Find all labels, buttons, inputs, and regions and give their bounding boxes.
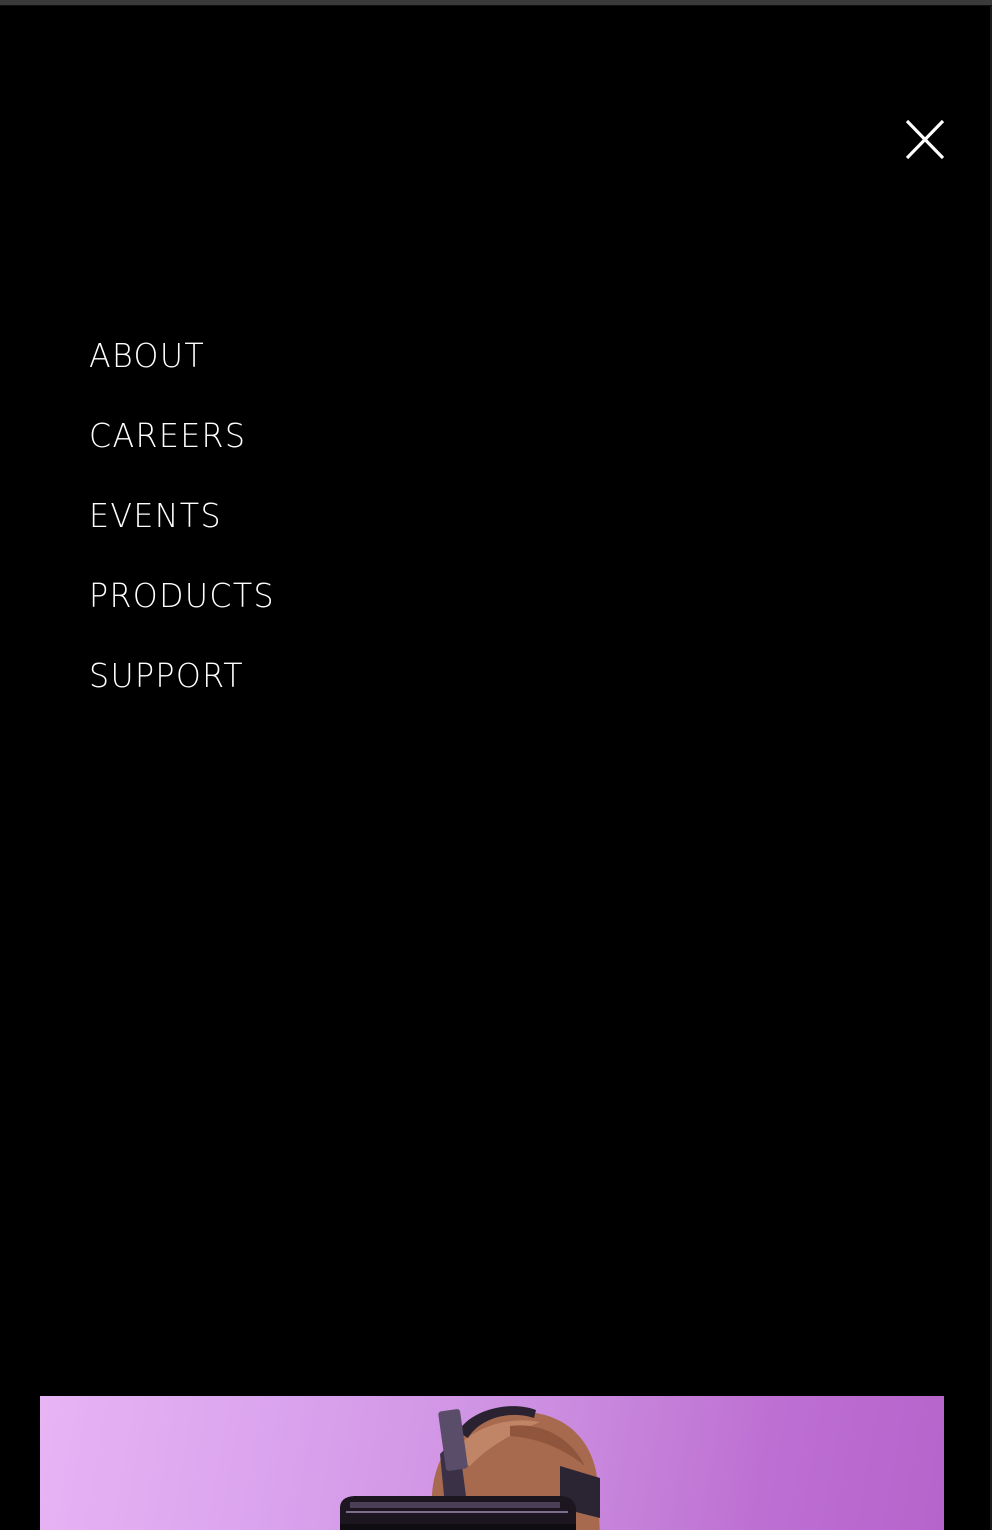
hero-image-vr-headset — [40, 1396, 944, 1530]
nav-link-about[interactable]: ABOUT — [89, 330, 205, 382]
nav-item-support: SUPPORT — [89, 650, 283, 730]
nav-link-products[interactable]: PRODUCTS — [89, 570, 275, 622]
nav-link-careers[interactable]: CAREERS — [89, 410, 246, 462]
nav-item-careers: CAREERS — [89, 410, 283, 490]
nav-link-events[interactable]: EVENTS — [89, 490, 222, 542]
nav-item-events: EVENTS — [89, 490, 283, 570]
navigation-overlay: ABOUT CAREERS EVENTS PRODUCTS SUPPORT — [0, 6, 990, 1530]
nav-item-about: ABOUT — [89, 330, 283, 410]
close-menu-button[interactable] — [902, 115, 948, 165]
nav-item-products: PRODUCTS — [89, 570, 283, 650]
vr-headset-person-illustration — [340, 1406, 600, 1530]
nav-link-support[interactable]: SUPPORT — [89, 650, 244, 702]
close-icon — [905, 119, 945, 160]
main-nav-list: ABOUT CAREERS EVENTS PRODUCTS SUPPORT — [89, 330, 283, 730]
